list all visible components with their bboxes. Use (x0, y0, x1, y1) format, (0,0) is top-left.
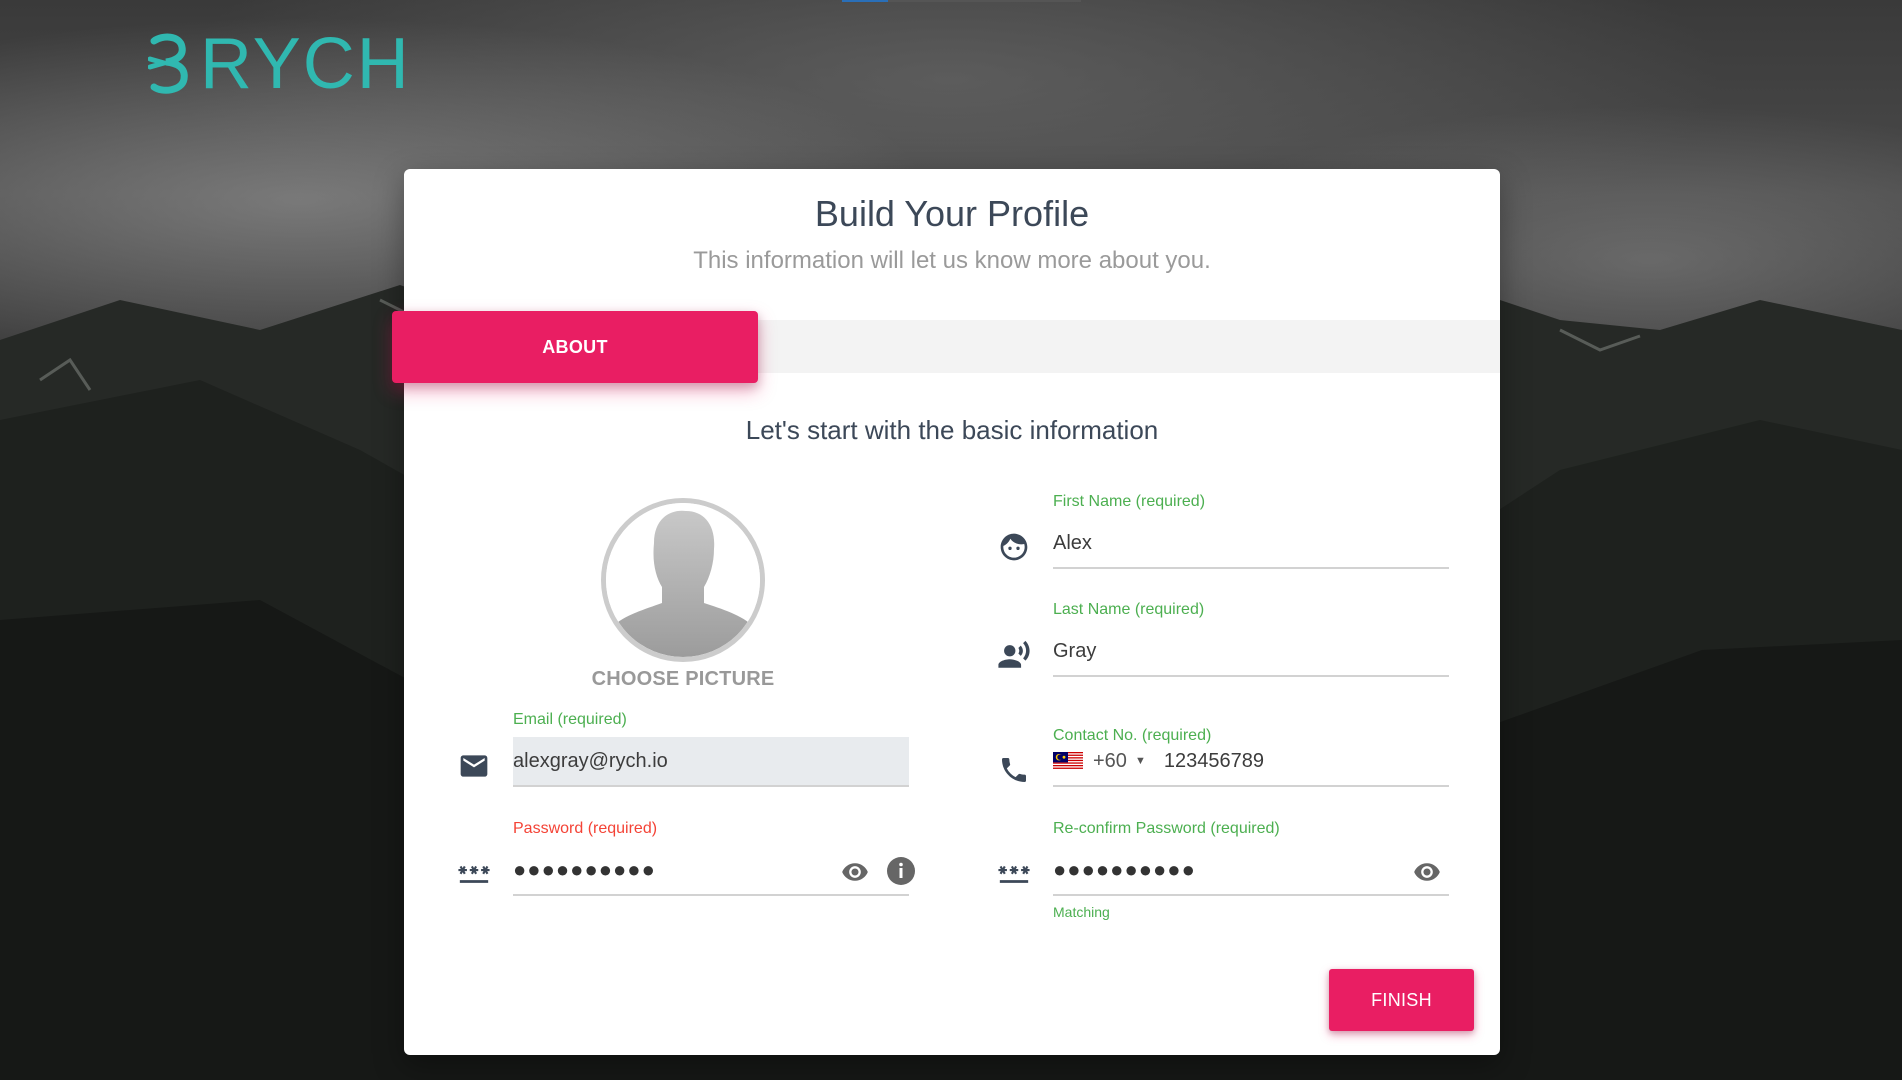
email-value: alexgray@rych.io (513, 749, 668, 772)
email-field: Email (required) alexgray@rych.io (457, 711, 917, 791)
first-name-value: Alex (1053, 531, 1092, 554)
phone-icon (997, 753, 1031, 787)
contact-value: 123456789 (1163, 749, 1264, 772)
password-icon (457, 856, 491, 890)
profile-picture[interactable] (601, 498, 765, 662)
show-confirm-password-eye-icon[interactable] (1411, 858, 1443, 892)
confirm-password-value: ●●●●●●●●●● (1053, 857, 1196, 882)
contact-field: Contact No. (required) +60 ▼ 123456789 (997, 727, 1457, 807)
email-label: Email (required) (513, 711, 627, 728)
top-loading-bar (842, 0, 1081, 2)
user-silhouette-icon (606, 503, 760, 657)
first-name-field: First Name (required) Alex (997, 493, 1457, 573)
confirm-password-field: Re-confirm Password (required) ●●●●●●●●●… (997, 820, 1457, 930)
page-title: Build Your Profile (814, 193, 1090, 234)
brand-name: RYCH (200, 24, 411, 104)
password-icon (997, 856, 1031, 890)
record-voice-icon (997, 638, 1031, 672)
face-icon (997, 530, 1031, 564)
email-icon (457, 749, 491, 783)
email-input[interactable]: alexgray@rych.io (513, 737, 909, 787)
tab-about[interactable]: ABOUT (392, 311, 758, 383)
confirm-password-input[interactable]: ●●●●●●●●●● (1053, 846, 1449, 896)
contact-input[interactable]: +60 ▼ 123456789 (1053, 737, 1449, 787)
show-password-eye-icon[interactable] (839, 858, 871, 892)
confirm-password-label: Re-confirm Password (required) (1053, 820, 1280, 837)
first-name-label: First Name (required) (1053, 493, 1206, 510)
choose-picture-button[interactable]: CHOOSE PICTURE (554, 668, 812, 691)
finish-button[interactable]: FINISH (1329, 969, 1474, 1031)
password-match-helper: Matching (1053, 904, 1110, 920)
malaysia-flag-icon[interactable] (1053, 752, 1083, 770)
page-subtitle: This information will let us know more a… (693, 247, 1211, 274)
last-name-input[interactable]: Gray (1053, 627, 1449, 677)
password-label: Password (required) (513, 820, 658, 837)
rych-logo-icon (148, 33, 188, 94)
last-name-value: Gray (1053, 639, 1097, 662)
last-name-field: Last Name (required) Gray (997, 601, 1457, 681)
country-dropdown-caret-icon[interactable]: ▼ (1135, 755, 1146, 767)
password-info-icon[interactable] (886, 856, 916, 892)
brand-logo[interactable]: RYCH (148, 28, 411, 100)
profile-wizard-card: Build Your Profile This information will… (392, 169, 1500, 1055)
first-name-input[interactable]: Alex (1053, 519, 1449, 569)
password-input[interactable]: ●●●●●●●●●● (513, 846, 915, 896)
section-heading: Let's start with the basic information (745, 415, 1159, 445)
password-field: Password (required) ●●●●●●●●●● (457, 820, 917, 900)
password-value: ●●●●●●●●●● (513, 857, 656, 882)
last-name-label: Last Name (required) (1053, 601, 1205, 618)
country-code[interactable]: +60 (1093, 750, 1127, 773)
